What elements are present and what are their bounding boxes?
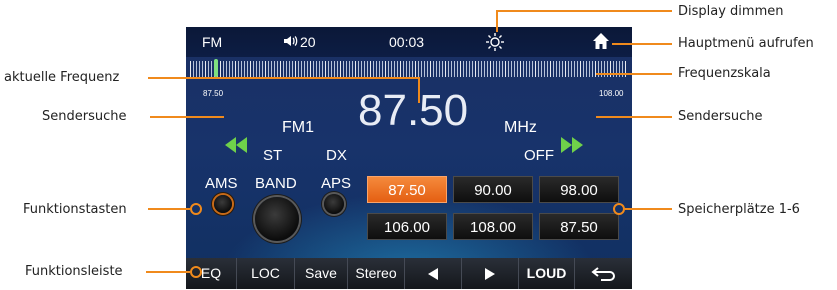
stereo-button[interactable]: Stereo bbox=[348, 258, 405, 289]
preset-button-3[interactable]: 98.00 bbox=[539, 176, 619, 203]
annotation-seek-right: Sendersuche bbox=[678, 109, 763, 124]
scale-ticks bbox=[190, 61, 628, 77]
preset-button-4[interactable]: 106.00 bbox=[367, 213, 447, 240]
radio-screen: FM 20 00:03 87.50 108.00 FM1 87.50 MHz S… bbox=[186, 27, 632, 289]
leader-line bbox=[612, 43, 672, 45]
off-indicator: OFF bbox=[524, 147, 554, 164]
prev-button[interactable] bbox=[405, 258, 462, 289]
ams-button[interactable] bbox=[214, 195, 232, 213]
home-icon[interactable] bbox=[592, 32, 610, 53]
loc-button[interactable]: LOC bbox=[237, 258, 295, 289]
function-bar: EQ LOC Save Stereo LOUD bbox=[186, 258, 632, 289]
preset-button-6[interactable]: 87.50 bbox=[539, 213, 619, 240]
leader-line bbox=[596, 73, 672, 75]
speaker-icon[interactable] bbox=[283, 33, 299, 52]
status-bar: FM 20 00:03 bbox=[186, 27, 632, 57]
aps-label: APS bbox=[321, 175, 352, 192]
leader-line bbox=[148, 77, 420, 79]
clock: 00:03 bbox=[389, 34, 425, 50]
scale-max-label: 108.00 bbox=[599, 89, 624, 98]
dx-indicator: DX bbox=[326, 147, 347, 164]
volume-value: 20 bbox=[300, 34, 316, 50]
marker-dot bbox=[613, 203, 625, 215]
scale-min-label: 87.50 bbox=[203, 89, 224, 98]
annotation-function-bar: Funktionsleiste bbox=[25, 264, 123, 279]
frequency-scale[interactable] bbox=[186, 57, 632, 85]
annotation-current-freq: aktuelle Frequenz bbox=[4, 70, 120, 85]
seek-back-icon[interactable] bbox=[224, 136, 248, 158]
band-indicator: FM bbox=[202, 34, 223, 50]
loud-button[interactable]: LOUD bbox=[519, 258, 575, 289]
aps-button[interactable] bbox=[324, 194, 344, 214]
next-button[interactable] bbox=[462, 258, 519, 289]
annotation-memory: Speicherplätze 1-6 bbox=[678, 202, 800, 217]
save-button[interactable]: Save bbox=[295, 258, 348, 289]
marker-dot bbox=[190, 203, 202, 215]
band-channel: FM1 bbox=[282, 119, 314, 136]
annotation-seek-left: Sendersuche bbox=[42, 109, 127, 124]
leader-line bbox=[496, 10, 498, 32]
band-button[interactable] bbox=[255, 197, 299, 241]
preset-button-1[interactable]: 87.50 bbox=[367, 176, 447, 203]
stereo-indicator: ST bbox=[263, 147, 283, 164]
annotation-main-menu: Hauptmenü aufrufen bbox=[678, 36, 814, 51]
frequency-needle bbox=[214, 59, 218, 77]
return-button[interactable] bbox=[575, 258, 632, 289]
brightness-icon[interactable] bbox=[485, 32, 505, 55]
leader-line bbox=[625, 208, 672, 210]
preset-button-5[interactable]: 108.00 bbox=[453, 213, 533, 240]
preset-button-2[interactable]: 90.00 bbox=[453, 176, 533, 203]
leader-line bbox=[596, 116, 672, 118]
next-icon bbox=[484, 265, 496, 281]
marker-dot bbox=[190, 266, 202, 278]
ams-label: AMS bbox=[205, 175, 238, 192]
current-frequency: 87.50 bbox=[358, 86, 469, 135]
band-label: BAND bbox=[255, 175, 297, 192]
leader-line bbox=[418, 77, 420, 103]
frequency-unit: MHz bbox=[504, 119, 537, 136]
seek-forward-icon[interactable] bbox=[560, 136, 584, 158]
annotation-freq-scale: Frequenzskala bbox=[678, 66, 771, 81]
annotation-function-keys: Funktionstasten bbox=[23, 202, 127, 217]
leader-line bbox=[150, 116, 224, 118]
leader-line bbox=[146, 271, 190, 273]
annotation-display-dim: Display dimmen bbox=[678, 4, 784, 19]
leader-line bbox=[148, 208, 190, 210]
leader-line bbox=[496, 10, 672, 12]
prev-icon bbox=[427, 265, 439, 281]
return-icon bbox=[590, 265, 617, 282]
